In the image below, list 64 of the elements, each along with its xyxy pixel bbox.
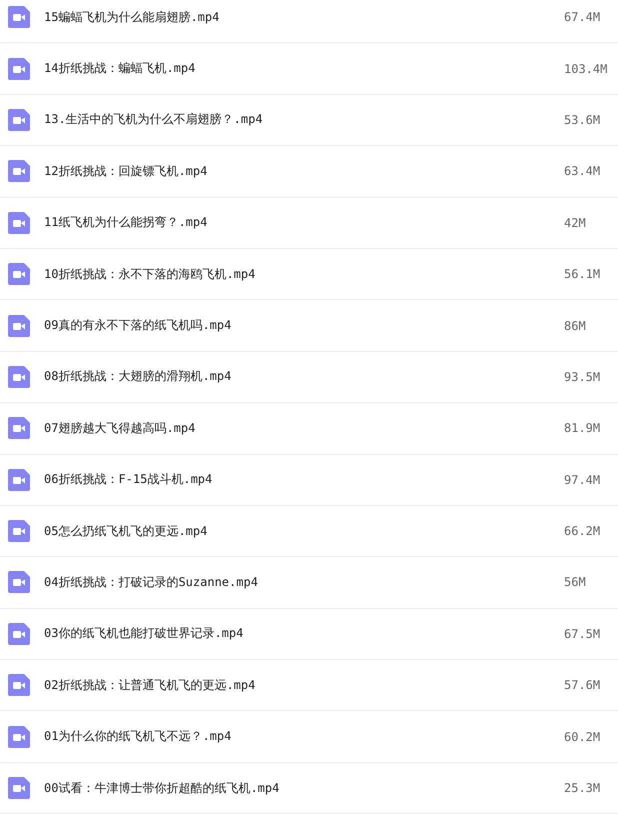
file-name: 11纸飞机为什么能拐弯？.mp4 — [44, 214, 208, 232]
file-row[interactable]: 03你的纸飞机也能打破世界记录.mp4 67.5M — [0, 608, 618, 660]
video-file-icon — [8, 726, 30, 748]
file-name: 13.生活中的飞机为什么不扇翅膀？.mp4 — [44, 111, 264, 128]
video-file-icon — [8, 674, 30, 696]
file-name: 09真的有永不下落的纸飞机吗.mp4 — [44, 317, 232, 334]
file-size: 42M — [564, 216, 587, 230]
video-file-icon — [8, 314, 30, 337]
file-size: 56.1M — [564, 267, 602, 282]
file-size: 57.6M — [564, 678, 602, 692]
video-file-icon — [8, 777, 30, 800]
file-row[interactable]: 01为什么你的纸飞机飞不远？.mp4 60.2M — [0, 711, 618, 763]
file-name: 00试看：牛津博士带你折超酷的纸飞机.mp4 — [44, 780, 280, 797]
file-row[interactable]: 09真的有永不下落的纸飞机吗.mp4 86M — [0, 300, 618, 352]
file-size: 93.5M — [564, 370, 602, 384]
file-size: 67.4M — [564, 10, 602, 24]
file-size: 66.2M — [564, 524, 602, 538]
file-name: 07翅膀越大飞得越高吗.mp4 — [44, 420, 196, 437]
file-row[interactable]: 06折纸挑战：F-15战斗机.mp4 97.4M — [0, 454, 618, 506]
file-name: 05怎么扔纸飞机飞的更远.mp4 — [44, 522, 208, 540]
file-size: 67.5M — [564, 626, 602, 641]
file-name: 02折纸挑战：让普通飞机飞的更远.mp4 — [44, 676, 256, 694]
file-name: 04折纸挑战：打破记录的Suzanne.mp4 — [44, 574, 259, 591]
file-size: 60.2M — [564, 730, 602, 744]
file-name: 12折纸挑战：回旋镖飞机.mp4 — [44, 162, 208, 180]
file-size: 103.4M — [564, 62, 608, 76]
file-name: 03你的纸飞机也能打破世界记录.mp4 — [44, 625, 244, 642]
file-row[interactable]: 12折纸挑战：回旋镖飞机.mp4 63.4M — [0, 146, 618, 198]
file-row[interactable]: 05怎么扔纸飞机飞的更远.mp4 66.2M — [0, 506, 618, 558]
file-size: 25.3M — [564, 781, 602, 796]
video-file-icon — [8, 108, 30, 131]
file-name: 15蝙蝠飞机为什么能扇翅膀.mp4 — [44, 8, 220, 26]
video-file-icon — [8, 212, 30, 234]
video-file-icon — [8, 417, 30, 440]
file-size: 86M — [564, 318, 587, 333]
file-size: 56M — [564, 575, 587, 590]
file-name: 08折纸挑战：大翅膀的滑翔机.mp4 — [44, 368, 232, 386]
file-row[interactable]: 07翅膀越大飞得越高吗.mp4 81.9M — [0, 403, 618, 455]
video-file-icon — [8, 58, 30, 80]
video-file-icon — [8, 468, 30, 491]
video-file-icon — [8, 160, 30, 182]
file-row[interactable]: 11纸飞机为什么能拐弯？.mp4 42M — [0, 198, 618, 249]
file-size: 81.9M — [564, 421, 602, 436]
file-row[interactable]: 13.生活中的飞机为什么不扇翅膀？.mp4 53.6M — [0, 94, 618, 146]
file-row[interactable]: 08折纸挑战：大翅膀的滑翔机.mp4 93.5M — [0, 352, 618, 404]
file-row[interactable]: 10折纸挑战：永不下落的海鸥飞机.mp4 56.1M — [0, 248, 618, 300]
file-row[interactable]: 00试看：牛津博士带你折超酷的纸飞机.mp4 25.3M — [0, 762, 618, 814]
file-row[interactable]: 14折纸挑战：蝙蝠飞机.mp4 103.4M — [0, 43, 618, 95]
video-file-icon — [8, 571, 30, 594]
video-file-icon — [8, 366, 30, 388]
file-row[interactable]: 15蝙蝠飞机为什么能扇翅膀.mp4 67.4M — [0, 0, 618, 44]
file-name: 14折纸挑战：蝙蝠飞机.mp4 — [44, 60, 196, 78]
file-name: 01为什么你的纸飞机飞不远？.mp4 — [44, 728, 232, 746]
video-file-icon — [8, 622, 30, 645]
file-name: 06折纸挑战：F-15战斗机.mp4 — [44, 471, 214, 488]
video-file-icon — [8, 520, 30, 542]
file-size: 97.4M — [564, 472, 602, 487]
file-name: 10折纸挑战：永不下落的海鸥飞机.mp4 — [44, 266, 256, 283]
video-file-icon — [8, 6, 30, 28]
file-row[interactable]: 04折纸挑战：打破记录的Suzanne.mp4 56M — [0, 557, 618, 609]
file-row[interactable]: 02折纸挑战：让普通飞机飞的更远.mp4 57.6M — [0, 660, 618, 712]
file-size: 53.6M — [564, 112, 602, 127]
video-file-icon — [8, 263, 30, 286]
file-size: 63.4M — [564, 164, 602, 178]
